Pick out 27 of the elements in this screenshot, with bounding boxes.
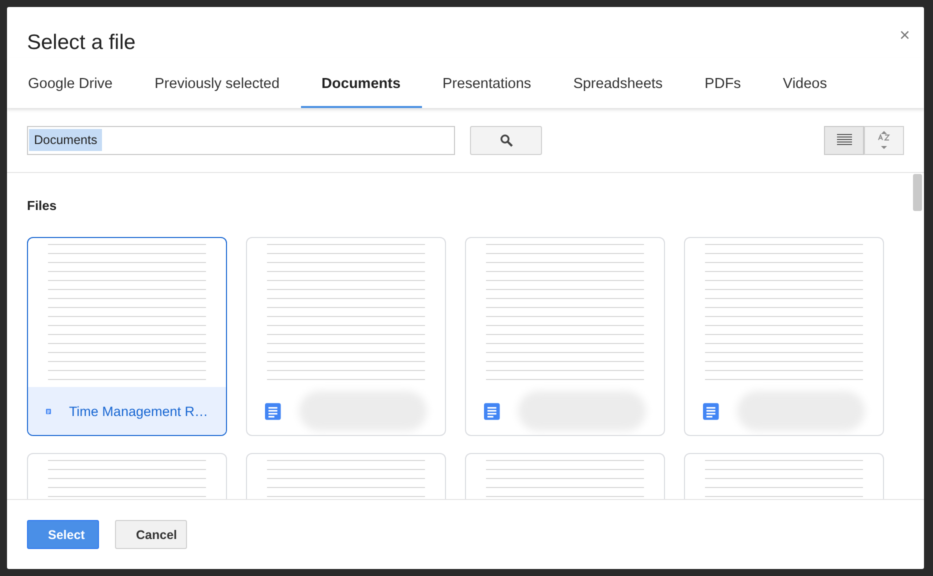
tab[interactable]: Google Drive [7,58,134,108]
search-button[interactable] [470,126,542,154]
search-field[interactable]: Documents [27,126,455,154]
tab[interactable]: PDFs [684,58,762,108]
list-view-icon [836,134,852,146]
file-card[interactable] [246,237,446,436]
file-card[interactable] [465,237,665,436]
search-icon [500,134,512,146]
document-icon [484,402,500,420]
scrollbar-thumb[interactable] [913,174,922,211]
sort-az-icon [877,131,891,149]
document-icon [703,402,719,420]
document-icon [265,402,281,420]
list-view-button[interactable] [824,126,864,154]
tab[interactable]: Documents [300,58,422,108]
file-name: Time Management R… [68,404,208,418]
tab[interactable]: Previously selected [134,58,301,108]
tab[interactable]: Spreadsheets [552,58,684,108]
tab[interactable]: Presentations [422,58,552,108]
close-button[interactable]: × [899,25,910,46]
sort-button[interactable] [864,126,904,154]
cancel-button[interactable]: Cancel [115,520,187,549]
section-title: Files [27,198,58,213]
tab[interactable]: Videos [762,58,848,108]
dialog-title: Select a file [27,31,136,55]
file-card[interactable]: Time Management R… [27,237,227,436]
file-card[interactable] [684,237,884,436]
